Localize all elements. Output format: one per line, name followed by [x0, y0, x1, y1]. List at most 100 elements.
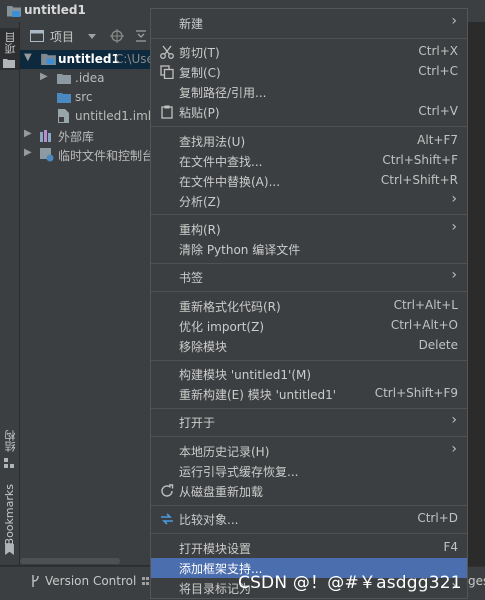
chevron-right-icon[interactable]: ▶: [40, 71, 48, 82]
menu-item-shortcut: Ctrl+V: [418, 104, 458, 118]
module-folder-icon: [41, 53, 56, 65]
tree-row-scratches[interactable]: ▶ 临时文件和控制台: [20, 145, 154, 164]
project-tab-label: 项目: [4, 32, 17, 54]
compare-icon: [161, 513, 173, 525]
menu-separator: [151, 126, 467, 127]
menu-item-reload-from-disk[interactable]: 从磁盘重新加载: [151, 481, 467, 501]
submenu-arrow-icon: ›: [451, 219, 457, 235]
menu-item-open-in[interactable]: 打开于 ›: [151, 412, 467, 432]
library-icon: [40, 130, 51, 142]
menu-separator: [151, 408, 467, 409]
menu-item-label: 打开于: [179, 416, 216, 430]
menu-item-label: 打开模块设置: [179, 542, 252, 556]
structure-tool-tab[interactable]: 结构: [0, 426, 19, 470]
tree-item-label: .idea: [75, 71, 105, 85]
grid-icon[interactable]: [142, 577, 150, 587]
tree-item-label: 外部库: [58, 130, 95, 144]
menu-item-rebuild-module[interactable]: 重新构建(E) 模块 'untitled1' Ctrl+Shift+F9: [151, 384, 467, 404]
menu-item-find-in-files[interactable]: 在文件中查找... Ctrl+Shift+F: [151, 151, 467, 171]
collapse-icon[interactable]: [136, 30, 146, 42]
copy-icon: [160, 65, 174, 79]
menu-separator: [151, 505, 467, 506]
menu-separator: [151, 533, 467, 534]
tree-row-iml[interactable]: untitled1.iml: [20, 107, 151, 126]
chevron-down-icon[interactable]: [88, 34, 96, 39]
menu-item-find-usages[interactable]: 查找用法(U) Alt+F7: [151, 131, 467, 151]
menu-item-label: 构建模块 'untitled1'(M): [179, 368, 312, 382]
left-tool-stripe: 项目 结构 Bookmarks: [0, 22, 20, 565]
menu-item-reformat[interactable]: 重新格式化代码(R) Ctrl+Alt+L: [151, 296, 467, 316]
menu-item-analyze[interactable]: 分析(Z) ›: [151, 191, 467, 211]
source-folder-icon: [57, 93, 71, 103]
horizontal-scrollbar[interactable]: [20, 558, 120, 564]
project-toolbar: 项目: [20, 22, 150, 51]
chevron-right-icon[interactable]: ▶: [24, 128, 32, 139]
menu-item-new[interactable]: 新建 ›: [151, 13, 467, 33]
menu-item-label: 复制(C): [179, 66, 221, 80]
menu-item-shortcut: Delete: [418, 338, 458, 352]
tree-row-idea[interactable]: ▶ .idea: [20, 69, 150, 88]
menu-separator: [151, 291, 467, 292]
version-control-label: Version Control: [45, 574, 137, 588]
window-title: untitled1: [24, 3, 86, 17]
menu-item-shortcut: Ctrl+Shift+R: [380, 173, 458, 187]
paste-icon: [161, 105, 173, 119]
chevron-down-icon[interactable]: ▼: [24, 52, 32, 63]
menu-item-paste[interactable]: 粘贴(P) Ctrl+V: [151, 102, 467, 122]
context-menu: 新建 › 剪切(T) Ctrl+X 复制(C) Ctrl+C 复制路径/引用..…: [150, 8, 468, 599]
scratches-icon: [40, 148, 54, 162]
folder-icon: [57, 74, 71, 84]
tree-row-src[interactable]: src: [20, 88, 150, 107]
menu-item-remove-module[interactable]: 移除模块 Delete: [151, 336, 467, 356]
bookmarks-tool-tab[interactable]: Bookmarks: [0, 482, 19, 560]
menu-item-label: 重构(R): [179, 223, 221, 237]
menu-item-label: 在文件中查找...: [179, 155, 263, 169]
submenu-arrow-icon: ›: [451, 441, 457, 457]
menu-item-cache-recovery[interactable]: 运行引导式缓存恢复...: [151, 461, 467, 481]
watermark: CSDN @！@#￥asdgg321: [238, 573, 462, 593]
project-view-icon: [30, 30, 44, 42]
menu-item-build-module[interactable]: 构建模块 'untitled1'(M): [151, 364, 467, 384]
menu-item-bookmarks[interactable]: 书签 ›: [151, 267, 467, 287]
tree-root-name: untitled1: [58, 52, 120, 66]
menu-item-refactor[interactable]: 重构(R) ›: [151, 219, 467, 239]
project-view-selector[interactable]: 项目: [50, 28, 74, 45]
menu-item-compare-with[interactable]: 比较对象... Ctrl+D: [151, 509, 467, 529]
folder-icon: [3, 59, 15, 68]
menu-item-shortcut: Ctrl+Alt+L: [393, 298, 458, 312]
menu-item-module-settings[interactable]: 打开模块设置 F4: [151, 538, 467, 558]
packages-tab-fragment[interactable]: ges: [468, 574, 485, 588]
menu-item-label: 新建: [179, 17, 204, 31]
project-tool-tab[interactable]: 项目: [0, 28, 19, 70]
menu-separator: [151, 436, 467, 437]
bookmark-icon: [5, 544, 14, 555]
menu-separator: [151, 360, 467, 361]
tree-row-root[interactable]: ▼ untitled1 C:\Use: [20, 50, 154, 69]
menu-item-copy[interactable]: 复制(C) Ctrl+C: [151, 62, 467, 82]
structure-icon: [4, 458, 14, 468]
branch-icon: [32, 575, 39, 587]
bookmarks-tab-label: Bookmarks: [3, 484, 16, 546]
menu-item-clean-python[interactable]: 清除 Python 编译文件: [151, 239, 467, 259]
file-icon: [58, 109, 69, 123]
chevron-right-icon[interactable]: ▶: [24, 147, 32, 158]
menu-item-label: 清除 Python 编译文件: [179, 243, 301, 257]
tree-item-label: 临时文件和控制台: [58, 149, 155, 163]
menu-item-label: 在文件中替换(A)...: [179, 175, 281, 189]
menu-item-shortcut: Alt+F7: [417, 133, 458, 147]
menu-item-label: 重新构建(E) 模块 'untitled1': [179, 388, 337, 402]
tree-row-external-libs[interactable]: ▶ 外部库: [20, 126, 150, 145]
menu-item-shortcut: Ctrl+Shift+F9: [374, 386, 458, 400]
locate-icon[interactable]: [110, 29, 124, 43]
menu-item-label: 运行引导式缓存恢复...: [179, 465, 299, 479]
menu-item-label: 复制路径/引用...: [179, 86, 267, 100]
menu-item-replace-in-files[interactable]: 在文件中替换(A)... Ctrl+Shift+R: [151, 171, 467, 191]
menu-item-cut[interactable]: 剪切(T) Ctrl+X: [151, 42, 467, 62]
menu-item-copy-path[interactable]: 复制路径/引用...: [151, 82, 467, 102]
submenu-arrow-icon: ›: [451, 13, 457, 29]
menu-item-local-history[interactable]: 本地历史记录(H) ›: [151, 441, 467, 461]
menu-item-optimize-imports[interactable]: 优化 import(Z) Ctrl+Alt+O: [151, 316, 467, 336]
menu-separator: [151, 263, 467, 264]
menu-item-label: 优化 import(Z): [179, 320, 265, 334]
menu-separator: [151, 214, 467, 215]
